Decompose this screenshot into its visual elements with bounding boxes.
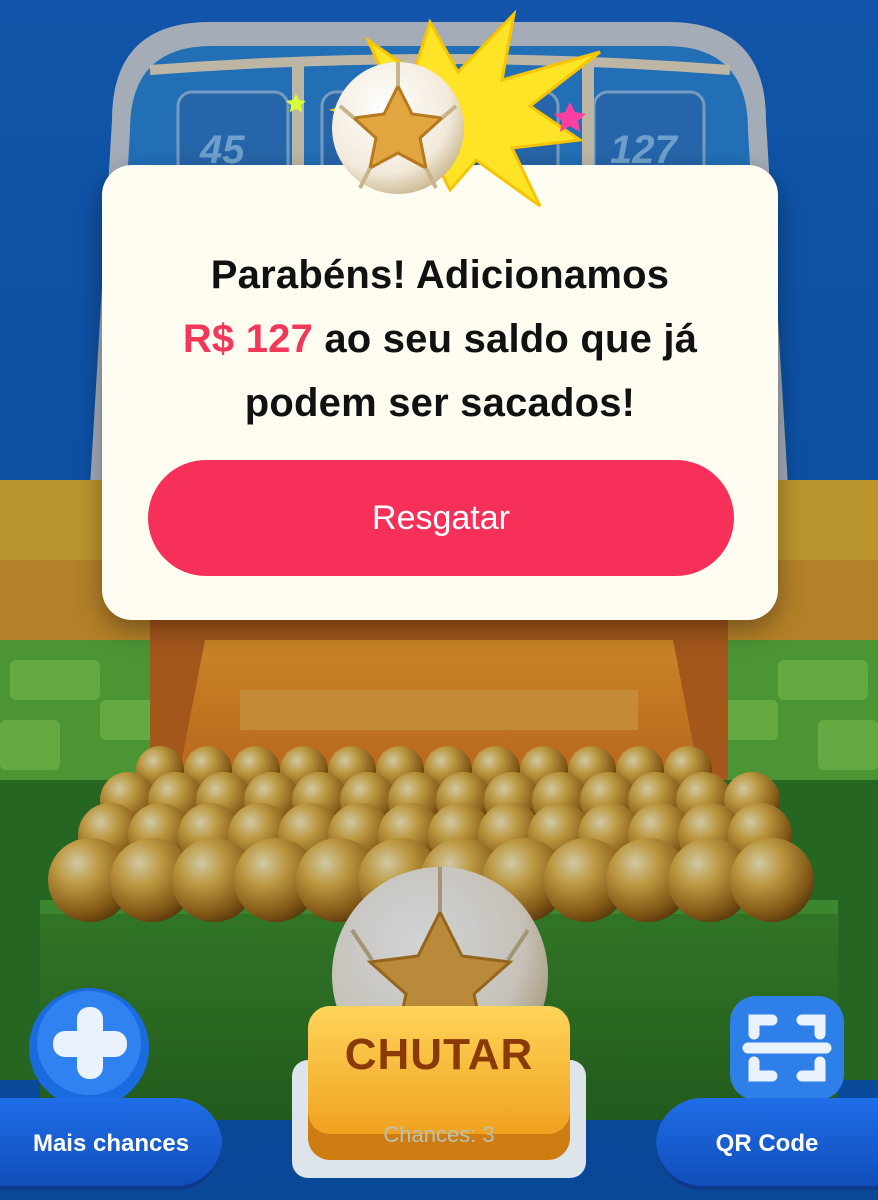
message-line-1: Parabéns! Adicionamos [210,253,670,297]
kick-label: CHUTAR [344,1030,534,1079]
kick-button[interactable]: CHUTAR Chances: 3 [292,1000,586,1180]
chances-remaining: Chances: 3 [383,1122,495,1147]
more-chances-label: Mais chances [32,1130,190,1157]
reward-message: Parabéns! Adicionamos R$ 127 ao seu sald… [102,243,778,435]
gold-ball [730,838,814,922]
message-line-3: podem ser sacados! [244,381,636,425]
qr-code-button[interactable]: QR Code [656,1098,878,1190]
reward-modal: Parabéns! Adicionamos R$ 127 ao seu sald… [102,165,778,620]
celebration-burst [286,10,601,208]
kick-button-body [292,1006,586,1178]
more-chances-plus-button[interactable] [26,985,152,1111]
soccer-ball-icon [332,62,464,194]
reward-amount: R$ 127 [182,317,314,361]
more-chances-button[interactable]: Mais chances [0,1098,222,1190]
message-line-2-text: ao seu saldo que já [313,317,698,361]
qr-scan-button[interactable] [724,990,850,1106]
message-line-2: R$ 127 ao seu saldo que já [102,307,778,371]
redeem-button[interactable]: Resgatar [148,460,734,576]
qr-code-label: QR Code [715,1130,819,1157]
